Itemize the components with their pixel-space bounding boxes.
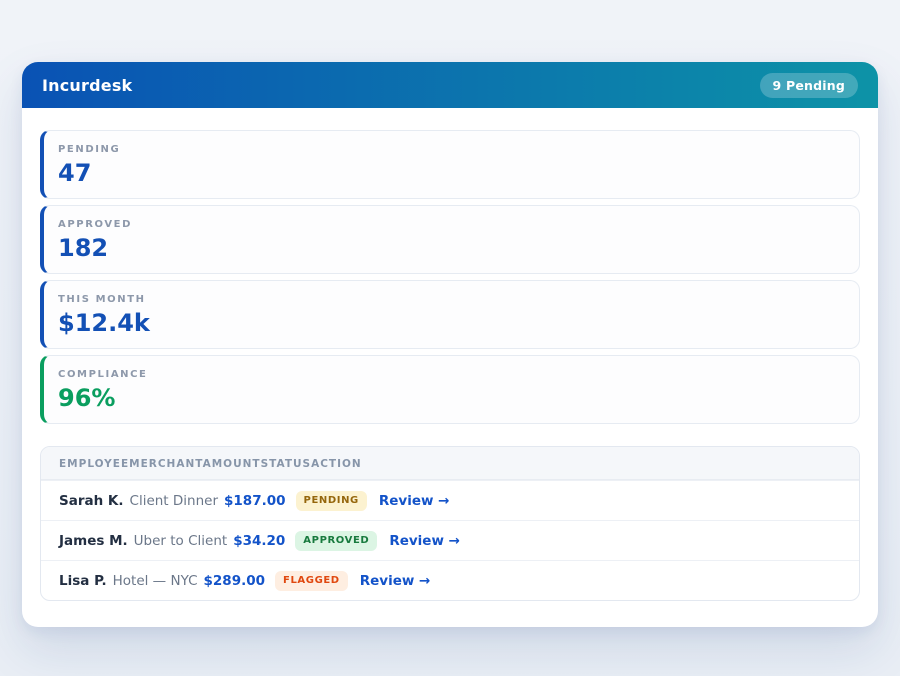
table-row: Lisa P. Hotel — NYC $289.00 FLAGGED Revi…	[41, 560, 859, 600]
employee-name: Lisa P.	[59, 573, 107, 589]
review-link[interactable]: Review →	[360, 573, 431, 589]
column-header-amount: AMOUNT	[203, 458, 261, 470]
stat-value: 47	[58, 159, 843, 187]
employee-name: Sarah K.	[59, 493, 124, 509]
column-header-merchant: MERCHANT	[129, 458, 202, 470]
expense-amount: $289.00	[204, 573, 266, 589]
employee-name: James M.	[59, 533, 128, 549]
merchant-name: Uber to Client	[134, 533, 228, 549]
stat-card-this-month: THIS MONTH $12.4k	[40, 280, 860, 349]
column-header-employee: EMPLOYEE	[59, 458, 129, 470]
main-content: PENDING 47 APPROVED 182 THIS MONTH $12.4…	[22, 108, 878, 627]
incurdesk-app-window: Incurdesk 9 Pending PENDING 47 APPROVED …	[22, 62, 878, 627]
review-link[interactable]: Review →	[379, 493, 450, 509]
status-badge: PENDING	[296, 491, 367, 511]
expenses-table: EMPLOYEEMERCHANTAMOUNTSTATUSACTION Sarah…	[40, 446, 860, 601]
table-row: Sarah K. Client Dinner $187.00 PENDING R…	[41, 480, 859, 520]
column-header-action: ACTION	[311, 458, 362, 470]
stat-card-approved: APPROVED 182	[40, 205, 860, 274]
merchant-name: Client Dinner	[130, 493, 219, 509]
app-header-bar: Incurdesk 9 Pending	[22, 62, 878, 108]
stat-value: $12.4k	[58, 309, 843, 337]
expense-amount: $187.00	[224, 493, 286, 509]
review-link[interactable]: Review →	[389, 533, 460, 549]
stat-value: 96%	[58, 384, 843, 412]
pending-count-badge: 9 Pending	[760, 73, 858, 98]
column-header-status: STATUS	[261, 458, 311, 470]
stat-label: PENDING	[58, 144, 843, 156]
merchant-name: Hotel — NYC	[113, 573, 198, 589]
expense-amount: $34.20	[233, 533, 285, 549]
status-badge: APPROVED	[295, 531, 377, 551]
status-badge: FLAGGED	[275, 571, 348, 591]
table-header-row: EMPLOYEEMERCHANTAMOUNTSTATUSACTION	[41, 447, 859, 480]
stat-card-pending: PENDING 47	[40, 130, 860, 199]
stat-card-compliance: COMPLIANCE 96%	[40, 355, 860, 424]
table-row: James M. Uber to Client $34.20 APPROVED …	[41, 520, 859, 560]
stat-value: 182	[58, 234, 843, 262]
stat-label: THIS MONTH	[58, 294, 843, 306]
app-title: Incurdesk	[42, 76, 132, 95]
stat-label: APPROVED	[58, 219, 843, 231]
stat-label: COMPLIANCE	[58, 369, 843, 381]
